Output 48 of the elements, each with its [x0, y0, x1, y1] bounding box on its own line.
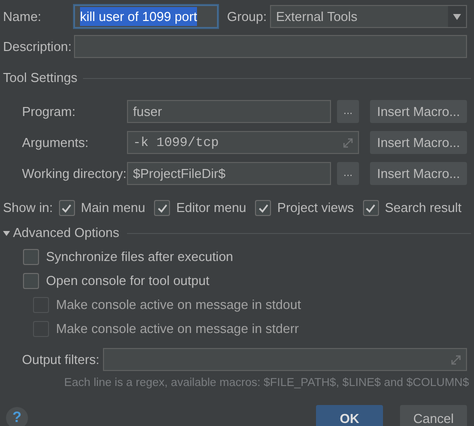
- checkbox[interactable]: [255, 200, 272, 216]
- description-field[interactable]: [74, 35, 467, 58]
- checkbox-label: Make console active on message in stdout: [56, 296, 301, 314]
- field-label: Name:: [3, 8, 42, 26]
- checkbox[interactable]: [154, 200, 170, 216]
- text-field[interactable]: fuser: [127, 100, 331, 123]
- field-label: Output filters:: [22, 350, 100, 369]
- check-icon: [365, 202, 376, 214]
- expand-icon[interactable]: [451, 354, 461, 364]
- checkbox-label: Open console for tool output: [46, 272, 210, 290]
- section-title: Tool Settings: [3, 69, 78, 88]
- insert-macro-button[interactable]: Insert Macro...: [370, 100, 467, 123]
- field-label: Working directory:: [22, 164, 127, 183]
- help-button[interactable]: ?: [6, 407, 28, 426]
- checkbox-label: Make console active on message in stderr: [56, 320, 299, 338]
- check-icon: [61, 202, 72, 214]
- checkbox-label: Project views: [277, 199, 354, 218]
- field-label: Arguments:: [22, 134, 90, 152]
- text-field[interactable]: -k 1099/tcp: [127, 131, 359, 154]
- check-icon: [258, 202, 269, 214]
- checkbox[interactable]: [23, 273, 39, 289]
- checkbox-label: Main menu: [80, 199, 146, 218]
- dropdown-arrow-icon[interactable]: [453, 14, 461, 20]
- checkbox[interactable]: [23, 249, 39, 265]
- checkbox-label: Synchronize files after execution: [46, 248, 234, 266]
- field-label: Description:: [3, 38, 73, 56]
- output-filters-field[interactable]: [103, 348, 467, 371]
- checkbox-label: Editor menu: [176, 199, 246, 218]
- name-field[interactable]: kill user of 1099 port: [74, 5, 218, 28]
- insert-macro-button[interactable]: Insert Macro...: [370, 131, 467, 154]
- text-field[interactable]: $ProjectFileDir$: [127, 162, 331, 185]
- dialog-button[interactable]: OK: [316, 405, 383, 426]
- field-label: Show in:: [3, 199, 53, 218]
- check-icon: [156, 202, 168, 214]
- checkbox[interactable]: [58, 200, 75, 216]
- advanced-options-toggle[interactable]: Advanced Options: [3, 223, 120, 243]
- field-label: Group:: [227, 8, 268, 26]
- field-label: Program:: [22, 102, 76, 121]
- browse-button[interactable]: ...: [337, 100, 359, 123]
- dialog-button[interactable]: Cancel: [400, 405, 467, 426]
- group-dropdown[interactable]: External Tools: [270, 5, 467, 28]
- insert-macro-button[interactable]: Insert Macro...: [370, 162, 467, 185]
- checkbox[interactable]: [362, 200, 379, 216]
- hint-text: Each line is a regex, available macros: $FILE_PATH$, $LINE$ and $COLUMN$: [64, 376, 469, 391]
- caret-icon[interactable]: [3, 230, 10, 236]
- expand-icon[interactable]: [343, 138, 353, 148]
- browse-button[interactable]: ...: [337, 162, 359, 185]
- checkbox-label: Search result: [384, 199, 462, 218]
